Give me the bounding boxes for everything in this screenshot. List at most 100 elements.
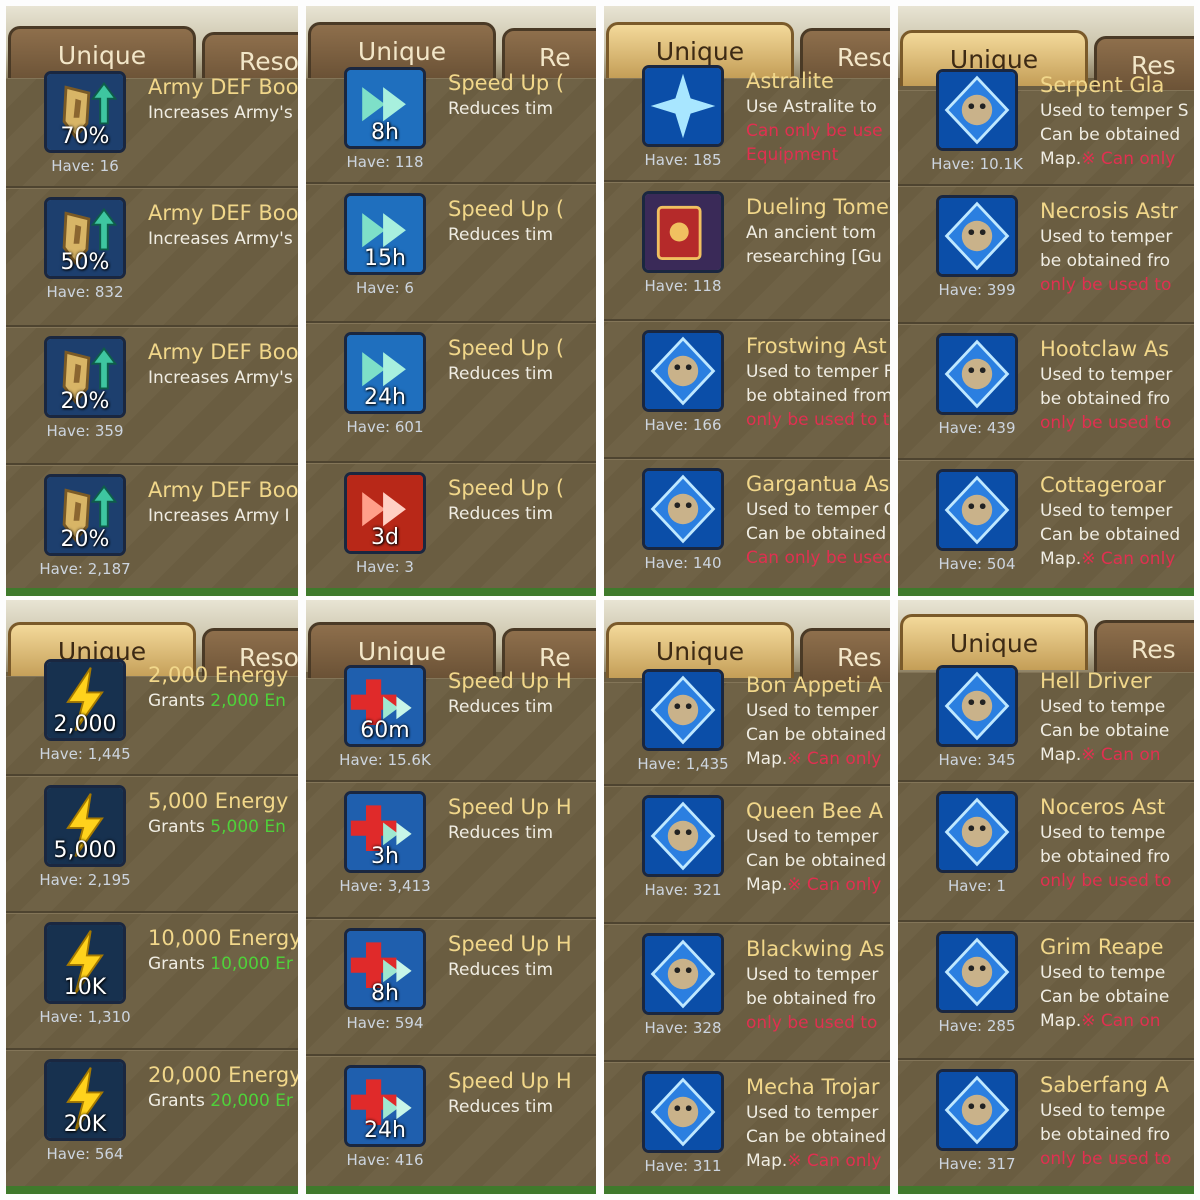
list-item[interactable]: 20K Have: 564 20,000 Energy Grants 20,000 E… (6, 1050, 298, 1190)
list-item[interactable]: 60m Have: 15.6K Speed Up H Reduces tim (306, 665, 596, 782)
icon-quantity-label: 24h (364, 1118, 406, 1143)
list-item[interactable]: 24h Have: 601 Speed Up (Reduces tim (306, 323, 596, 463)
healing-speed-up-icon[interactable]: 24h (344, 1065, 426, 1147)
list-item[interactable]: 20% Have: 359 Army DEF Boos Increases Army'… (6, 327, 298, 465)
energy-icon[interactable]: 10K (44, 922, 126, 1004)
gargantua-astral-icon[interactable] (642, 468, 724, 550)
speed-up-icon[interactable]: 8h (344, 67, 426, 149)
tab-bar: Unique Res (898, 6, 1194, 92)
army-def-boost-icon[interactable]: 20% (44, 336, 126, 418)
list-item[interactable]: Have: 439 Hootclaw As Used to temper be obt… (898, 324, 1194, 460)
list-item[interactable]: 2,000 Have: 1,445 2,000 Energy Grants 2,000… (6, 659, 298, 776)
list-item[interactable]: Have: 321 Queen Bee A Used to temper Can be… (604, 786, 890, 924)
list-item[interactable]: 15h Have: 6 Speed Up (Reduces tim (306, 184, 596, 323)
have-count: Have: 118 (644, 277, 722, 295)
icon-quantity-label: 24h (364, 385, 406, 410)
list-item[interactable]: Have: 166 Frostwing Ast Used to temper F be… (604, 321, 890, 459)
item-panel: UniqueResoHave: 185AstraliteUse Astralit… (604, 6, 890, 596)
hootclaw-astral-icon[interactable] (936, 333, 1018, 415)
speed-up-icon[interactable]: 24h (344, 332, 426, 414)
item-description-line: only be used to (1040, 1149, 1172, 1169)
army-def-boost-icon[interactable]: 70% (44, 71, 126, 153)
list-item[interactable]: 5,000 Have: 2,195 5,000 Energy Grants 5,000… (6, 776, 298, 913)
list-item[interactable]: 3d Have: 3 Speed Up (Reduces tim (306, 463, 596, 596)
item-description-line: Used to tempe (1040, 963, 1166, 983)
hell-driver-astral-icon[interactable] (936, 665, 1018, 747)
healing-speed-up-icon[interactable]: 60m (344, 665, 426, 747)
icon-quantity-label: 20% (60, 389, 110, 414)
item-description-line: Used to temper (1040, 365, 1173, 385)
energy-icon[interactable]: 2,000 (44, 659, 126, 741)
speed-up-icon[interactable]: 15h (344, 193, 426, 275)
list-item[interactable]: Have: 140 Gargantua As Used to temper G Can… (604, 459, 890, 596)
saberfang-astral-icon[interactable] (936, 1069, 1018, 1151)
speed-up-red-icon[interactable]: 3d (344, 472, 426, 554)
list-item[interactable]: 20% Have: 2,187 Army DEF Boos Increases Arm… (6, 465, 298, 596)
bon-appeti-astral-icon[interactable] (642, 669, 724, 751)
list-item[interactable]: Have: 285 Grim Reape Used to tempe Can be o… (898, 922, 1194, 1060)
item-description-line: Used to temper F (746, 362, 890, 382)
list-item[interactable]: Have: 1 Noceros Ast Used to tempe be obtain… (898, 782, 1194, 922)
energy-icon[interactable]: 5,000 (44, 785, 126, 867)
noceros-astral-icon[interactable] (936, 791, 1018, 873)
have-count: Have: 504 (938, 555, 1016, 573)
healing-speed-up-icon[interactable]: 3h (344, 791, 426, 873)
list-item[interactable]: Have: 185 Astralite Use Astralite to Can on… (604, 65, 890, 182)
list-item[interactable]: 8h Have: 118 Speed Up (Reduces tim (306, 67, 596, 184)
list-item[interactable]: 8h Have: 594 Speed Up H Reduces tim (306, 919, 596, 1056)
icon-quantity-label: 5,000 (53, 838, 117, 863)
list-item[interactable]: Have: 399 Necrosis Astr Used to temper be o… (898, 186, 1194, 324)
item-description-line: be obtained fro (746, 989, 877, 1009)
dueling-tome-icon[interactable] (642, 191, 724, 273)
cottageroar-astral-icon[interactable] (936, 469, 1018, 551)
have-count: Have: 439 (938, 419, 1016, 437)
healing-speed-up-icon[interactable]: 8h (344, 928, 426, 1010)
grim-reaper-astral-icon[interactable] (936, 931, 1018, 1013)
item-description-line: Can be obtained (746, 725, 887, 745)
restriction-note: ※ Can on (1081, 745, 1161, 765)
item-name: 2,000 Energy (148, 663, 289, 687)
list-item[interactable]: 70% Have: 16 Army DEF Boos Increases Army's (6, 71, 298, 188)
list-item[interactable]: 50% Have: 832 Army DEF Boos Increases Army'… (6, 188, 298, 327)
blackwing-astral-icon[interactable] (642, 933, 724, 1015)
list-item[interactable]: Have: 504 Cottageroar Used to temper Can be… (898, 460, 1194, 594)
tab-resources[interactable]: Res (1094, 620, 1194, 676)
item-list: Have: 1,435 Bon Appeti A Used to temper Can… (604, 669, 890, 1194)
list-item[interactable]: 10K Have: 1,310 10,000 Energy Grants 10,000… (6, 913, 298, 1050)
list-item[interactable]: 3h Have: 3,413 Speed Up H Reduces tim (306, 782, 596, 919)
army-def-boost-icon[interactable]: 50% (44, 197, 126, 279)
item-list: 8h Have: 118 Speed Up (Reduces tim 15h Have:… (306, 67, 596, 596)
list-item[interactable]: Have: 345 Hell Driver Used to tempe Can be … (898, 665, 1194, 782)
icon-quantity-label: 2,000 (53, 712, 117, 737)
energy-icon[interactable]: 20K (44, 1059, 126, 1141)
queen-bee-astral-icon[interactable] (642, 795, 724, 877)
item-description-line: Map.※ Can only (746, 875, 882, 895)
list-item[interactable]: Have: 328 Blackwing As Used to temper be ob… (604, 924, 890, 1062)
list-item[interactable]: Have: 10.1K Serpent Gla Used to temper S Ca… (898, 69, 1194, 186)
item-description-line: only be used to (746, 1013, 878, 1033)
item-name: Speed Up H (448, 932, 572, 956)
item-list: 2,000 Have: 1,445 2,000 Energy Grants 2,000… (6, 659, 298, 1190)
serpent-gladiator-astral-icon[interactable] (936, 69, 1018, 151)
item-description-line: Used to temper S (1040, 101, 1189, 121)
list-item[interactable]: 24h Have: 416 Speed Up H Reduces tim (306, 1056, 596, 1194)
icon-quantity-label: 8h (371, 981, 399, 1006)
have-count: Have: 15.6K (339, 751, 431, 769)
list-item[interactable]: Have: 311 Mecha Trojar Used to temper Can b… (604, 1062, 890, 1194)
mecha-trojan-astral-icon[interactable] (642, 1071, 724, 1153)
item-description-line: Grants 2,000 En (148, 691, 286, 711)
item-description-line: Map.※ Can only (1040, 549, 1176, 569)
necrosis-astral-icon[interactable] (936, 195, 1018, 277)
item-description-line: Can be obtained (1040, 125, 1181, 145)
frostwing-astral-icon[interactable] (642, 330, 724, 412)
list-item[interactable]: Have: 1,435 Bon Appeti A Used to temper Can… (604, 669, 890, 786)
list-item[interactable]: Have: 118 Dueling Tome An ancient tom resea… (604, 182, 890, 321)
army-def-boost-icon[interactable]: 20% (44, 474, 126, 556)
restriction-note: ※ Can only (1081, 149, 1176, 169)
item-description-line: Used to temper (1040, 227, 1173, 247)
list-item[interactable]: Have: 317 Saberfang A Used to tempe be obta… (898, 1060, 1194, 1194)
icon-quantity-label: 60m (360, 718, 410, 743)
tab-bar: UniqueResou (6, 6, 298, 88)
astralite-icon[interactable] (642, 65, 724, 147)
tab-unique[interactable]: Unique (900, 614, 1088, 670)
